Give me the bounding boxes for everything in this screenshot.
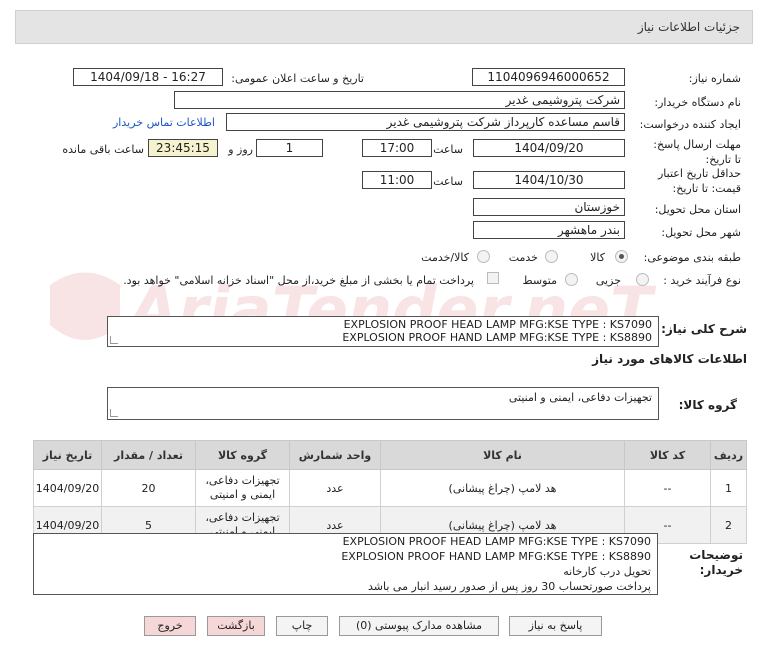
resize-grip-icon[interactable] bbox=[110, 336, 118, 344]
contact-buyer-link[interactable]: اطلاعات تماس خریدار bbox=[113, 116, 215, 129]
buyer-org-field: شرکت پتروشیمی غدیر bbox=[174, 91, 625, 109]
category-radio-service[interactable] bbox=[545, 250, 558, 263]
notes-line-3: تحویل درب کارخانه bbox=[563, 565, 651, 578]
goods-group-textarea[interactable]: تجهیزات دفاعی، ایمنی و امنیتی bbox=[107, 387, 659, 420]
days-field: 1 bbox=[256, 139, 323, 157]
notes-line-2: EXPLOSION PROOF HAND LAMP MFG:KSE TYPE :… bbox=[341, 550, 651, 563]
cell-date: 1404/09/20 bbox=[33, 469, 102, 507]
cell-row: 2 bbox=[710, 506, 747, 544]
deadline-time-label: ساعت bbox=[433, 143, 463, 156]
view-docs-button[interactable]: مشاهده مدارک پیوستی (0) bbox=[339, 616, 499, 636]
buyer-org-label: نام دستگاه خریدار: bbox=[654, 96, 741, 109]
creator-label: ایجاد کننده درخواست: bbox=[639, 118, 741, 131]
notes-line-4: پرداخت صورتحساب 30 روز پس از صدور رسید ا… bbox=[368, 580, 651, 593]
announce-label: تاریخ و ساعت اعلان عمومی: bbox=[231, 72, 364, 85]
city-label: شهر محل تحویل: bbox=[661, 226, 741, 239]
col-row: ردیف bbox=[710, 440, 747, 470]
process-label: نوع فرآیند خرید : bbox=[663, 274, 741, 287]
cell-row: 1 bbox=[710, 469, 747, 507]
deadline-label: مهلت ارسال پاسخ: تا تاریخ: bbox=[653, 138, 741, 166]
summary-textarea[interactable]: EXPLOSION PROOF HEAD LAMP MFG:KSE TYPE :… bbox=[107, 316, 659, 347]
province-label: استان محل تحویل: bbox=[654, 203, 741, 216]
process-option-partial: جزیی bbox=[595, 274, 621, 287]
city-field: بندر ماهشهر bbox=[473, 221, 625, 239]
process-radio-medium[interactable] bbox=[565, 273, 578, 286]
category-option-service: خدمت bbox=[508, 251, 538, 264]
remaining-time-field: 23:45:15 bbox=[148, 139, 218, 157]
cell-qty: 20 bbox=[101, 469, 196, 507]
resize-grip-icon[interactable] bbox=[110, 409, 118, 417]
col-group: گروه کالا bbox=[195, 440, 290, 470]
process-radio-partial[interactable] bbox=[636, 273, 649, 286]
summary-line-2: EXPLOSION PROOF HAND LAMP MFG:KSE TYPE :… bbox=[342, 331, 652, 344]
goods-group-label: گروه کالا: bbox=[678, 398, 737, 412]
province-field: خوزستان bbox=[473, 198, 625, 216]
goods-group-value: تجهیزات دفاعی، ایمنی و امنیتی bbox=[508, 391, 652, 404]
buyer-notes-label: توضیحات خریدار: bbox=[689, 548, 743, 577]
announce-field: 1404/09/18 - 16:27 bbox=[73, 68, 223, 86]
treasury-note: پرداخت تمام یا بخشی از مبلغ خرید،از محل … bbox=[123, 274, 474, 287]
table-row: 1 -- هد لامپ (چراغ پیشانی) عدد تجهیزات د… bbox=[33, 469, 747, 507]
buyer-notes-textarea[interactable]: EXPLOSION PROOF HEAD LAMP MFG:KSE TYPE :… bbox=[33, 533, 658, 595]
exit-button[interactable]: خروج bbox=[144, 616, 196, 636]
cell-code: -- bbox=[624, 469, 711, 507]
deadline-date-field: 1404/09/20 bbox=[473, 139, 625, 157]
col-qty: تعداد / مقدار bbox=[101, 440, 196, 470]
deadline-time-field: 17:00 bbox=[362, 139, 432, 157]
back-button[interactable]: بازگشت bbox=[207, 616, 265, 636]
col-name: نام کالا bbox=[380, 440, 625, 470]
category-option-both: کالا/خدمت bbox=[421, 251, 469, 264]
print-button[interactable]: چاپ bbox=[276, 616, 328, 636]
category-option-goods: کالا bbox=[590, 251, 605, 264]
col-unit: واحد شمارش bbox=[289, 440, 381, 470]
creator-field: قاسم مساعده کارپرداز شرکت پتروشیمی غدیر bbox=[226, 113, 625, 131]
category-radio-goods[interactable] bbox=[615, 250, 628, 263]
cell-group: تجهیزات دفاعی، ایمنی و امنیتی bbox=[195, 469, 290, 507]
remaining-label: ساعت باقی مانده bbox=[62, 143, 144, 156]
col-date: تاریخ نیاز bbox=[33, 440, 102, 470]
process-option-medium: متوسط bbox=[522, 274, 557, 287]
panel-header: جزئیات اطلاعات نیاز bbox=[15, 10, 753, 44]
cell-unit: عدد bbox=[289, 469, 381, 507]
summary-label: شرح کلی نیاز: bbox=[661, 322, 747, 336]
col-code: کد کالا bbox=[624, 440, 711, 470]
summary-line-1: EXPLOSION PROOF HEAD LAMP MFG:KSE TYPE :… bbox=[343, 318, 652, 331]
validity-time-label: ساعت bbox=[433, 175, 463, 188]
validity-date-field: 1404/10/30 bbox=[473, 171, 625, 189]
treasury-checkbox[interactable] bbox=[487, 272, 499, 284]
page-title: جزئیات اطلاعات نیاز bbox=[637, 20, 740, 34]
category-label: طبقه بندی موضوعی: bbox=[643, 251, 741, 264]
goods-info-title: اطلاعات کالاهای مورد نیاز bbox=[592, 352, 747, 366]
days-label: روز و bbox=[228, 143, 253, 156]
items-table: ردیف کد کالا نام کالا واحد شمارش گروه کا… bbox=[33, 440, 747, 544]
cell-name: هد لامپ (چراغ پیشانی) bbox=[380, 469, 625, 507]
reply-button[interactable]: پاسخ به نیاز bbox=[509, 616, 602, 636]
need-number-label: شماره نیاز: bbox=[688, 72, 741, 85]
validity-label: حداقل تاریخ اعتبار قیمت: تا تاریخ: bbox=[657, 167, 741, 195]
category-radio-both[interactable] bbox=[477, 250, 490, 263]
need-number-field: 1104096946000652 bbox=[472, 68, 625, 86]
table-header-row: ردیف کد کالا نام کالا واحد شمارش گروه کا… bbox=[33, 440, 747, 470]
watermark-logo: AriaTender.neT bbox=[30, 255, 652, 365]
notes-line-1: EXPLOSION PROOF HEAD LAMP MFG:KSE TYPE :… bbox=[342, 535, 651, 548]
items-table-wrap: ردیف کد کالا نام کالا واحد شمارش گروه کا… bbox=[33, 440, 747, 544]
validity-time-field: 11:00 bbox=[362, 171, 432, 189]
